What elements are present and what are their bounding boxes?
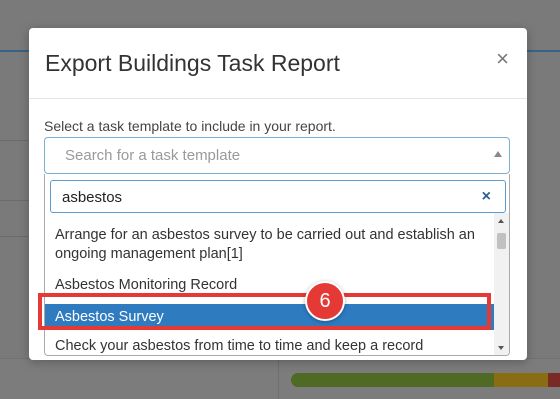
results-list: Arrange for an asbestos survey to be car… xyxy=(45,219,495,355)
step-badge: 6 xyxy=(305,281,345,321)
result-item[interactable]: Asbestos Monitoring Record xyxy=(45,274,495,297)
background-divider xyxy=(0,236,30,237)
select-placeholder: Search for a task template xyxy=(65,147,241,164)
clear-icon[interactable]: × xyxy=(482,187,491,206)
modal-title: Export Buildings Task Report xyxy=(45,50,340,76)
search-wrapper: × xyxy=(50,180,506,213)
background-progress-amber xyxy=(494,373,548,387)
background-progress-green xyxy=(291,373,494,387)
background-footer-divider xyxy=(278,360,279,399)
modal-header: Export Buildings Task Report × xyxy=(29,28,527,99)
template-dropdown: × Arrange for an asbestos survey to be c… xyxy=(44,174,510,356)
task-template-select[interactable]: Search for a task template xyxy=(44,137,510,174)
export-report-modal: Export Buildings Task Report × Select a … xyxy=(29,28,527,360)
background-divider xyxy=(0,140,30,141)
result-item[interactable]: Check your asbestos from time to time an… xyxy=(45,335,495,355)
result-item[interactable]: Arrange for an asbestos survey to be car… xyxy=(45,224,495,266)
scroll-down-icon[interactable] xyxy=(498,346,504,350)
chevron-up-icon[interactable] xyxy=(494,151,502,157)
result-item-selected[interactable]: Asbestos Survey xyxy=(45,304,495,330)
results-scrollbar[interactable] xyxy=(494,213,509,355)
close-icon[interactable]: × xyxy=(496,48,509,70)
instruction-text: Select a task template to include in you… xyxy=(44,118,336,134)
scroll-up-icon[interactable] xyxy=(498,219,504,223)
background-divider xyxy=(0,200,30,201)
search-input[interactable] xyxy=(62,187,462,207)
background-progress-red xyxy=(548,373,560,387)
scroll-thumb[interactable] xyxy=(497,233,506,249)
